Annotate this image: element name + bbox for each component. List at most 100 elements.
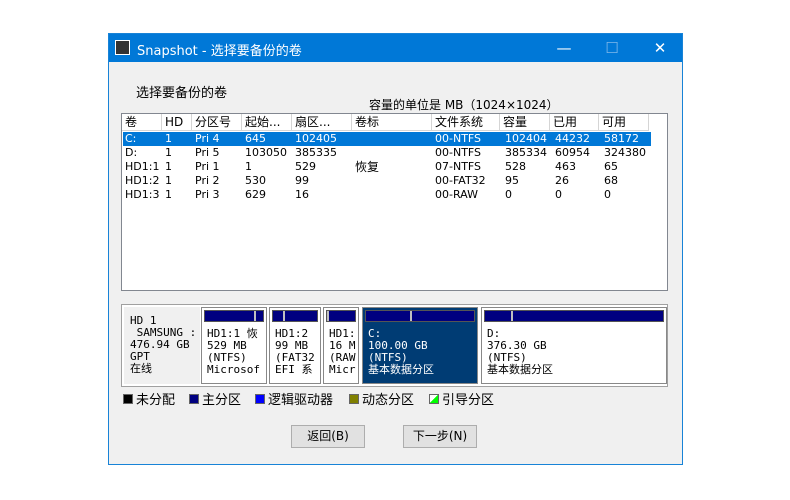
table-cell: Pri 5 bbox=[195, 146, 220, 159]
legend-item: 逻辑驱动器 bbox=[255, 389, 333, 408]
table-row[interactable]: HD1:3 1 Pri 3 629 16 00-RAW 0 0 0 bbox=[123, 188, 651, 202]
table-cell: 1 bbox=[165, 188, 172, 201]
usage-marker bbox=[273, 311, 285, 321]
usage-marker bbox=[205, 311, 257, 321]
partition-block[interactable]: C: 100.00 GB (NTFS) 基本数据分区 bbox=[362, 307, 478, 384]
back-button[interactable]: 返回(B) bbox=[291, 425, 365, 448]
table-cell: Pri 2 bbox=[195, 174, 220, 187]
table-cell: 0 bbox=[505, 188, 512, 201]
legend-label: 未分配 bbox=[136, 393, 176, 408]
partition-label: HD1:2 99 MB (FAT32 EFI 系 bbox=[275, 327, 315, 376]
title-bar: Snapshot - 选择要备份的卷 — ☐ ✕ bbox=[109, 34, 682, 62]
legend-item: 动态分区 bbox=[349, 389, 414, 408]
legend-label: 主分区 bbox=[202, 393, 242, 408]
next-button[interactable]: 下一步(N) bbox=[403, 425, 477, 448]
legend-swatch bbox=[189, 393, 199, 404]
partition-label: C: 100.00 GB (NTFS) 基本数据分区 bbox=[368, 327, 434, 376]
table-cell: 00-RAW bbox=[435, 188, 478, 201]
table-cell: 1 bbox=[245, 160, 252, 173]
column-header[interactable]: 容量 bbox=[500, 114, 550, 131]
table-cell: D: bbox=[125, 146, 138, 159]
table-cell: 463 bbox=[555, 160, 576, 173]
table-cell: Pri 4 bbox=[195, 132, 220, 145]
partition-block[interactable]: HD1: 16 M (RAW Micr bbox=[323, 307, 359, 384]
window-title: Snapshot - 选择要备份的卷 bbox=[137, 44, 302, 59]
disk-map: HD 1 SAMSUNG : 476.94 GB GPT 在线 HD1:1 恢 … bbox=[121, 304, 668, 387]
column-header[interactable]: 文件系统 bbox=[432, 114, 500, 131]
partition-label: HD1: 16 M (RAW Micr bbox=[329, 327, 356, 376]
table-cell: 324380 bbox=[604, 146, 646, 159]
usage-bar bbox=[204, 310, 264, 322]
table-cell: 385334 bbox=[505, 146, 547, 159]
legend-swatch bbox=[255, 393, 265, 404]
column-header[interactable]: 可用 bbox=[599, 114, 649, 131]
table-cell: 00-FAT32 bbox=[435, 174, 486, 187]
table-cell: 16 bbox=[295, 188, 309, 201]
table-cell: 58172 bbox=[604, 132, 639, 145]
minimize-button[interactable]: — bbox=[549, 38, 579, 58]
column-header[interactable]: 已用 bbox=[550, 114, 599, 131]
snapshot-window: Snapshot - 选择要备份的卷 — ☐ ✕ 选择要备份的卷 容量的单位是 … bbox=[108, 33, 683, 465]
legend-label: 动态分区 bbox=[362, 393, 415, 408]
legend-item: 主分区 bbox=[189, 389, 241, 408]
table-row[interactable]: HD1:2 1 Pri 2 530 99 00-FAT32 95 26 68 bbox=[123, 174, 651, 188]
column-header[interactable]: HD bbox=[162, 114, 192, 131]
legend-swatch bbox=[429, 393, 439, 404]
table-cell: 95 bbox=[505, 174, 519, 187]
app-icon bbox=[115, 40, 130, 55]
table-cell: 102404 bbox=[505, 132, 547, 145]
table-cell: 0 bbox=[555, 188, 562, 201]
column-header[interactable]: 分区号 bbox=[192, 114, 242, 131]
disk-info: HD 1 SAMSUNG : 476.94 GB GPT 在线 bbox=[124, 307, 200, 384]
heading: 选择要备份的卷 bbox=[136, 86, 228, 101]
partition-label: D: 376.30 GB (NTFS) 基本数据分区 bbox=[487, 327, 553, 376]
usage-marker bbox=[366, 311, 413, 321]
partition-block[interactable]: HD1:2 99 MB (FAT32 EFI 系 bbox=[269, 307, 321, 384]
legend-item: 未分配 bbox=[123, 389, 175, 408]
table-cell: HD1:3 bbox=[125, 188, 160, 201]
table-row[interactable]: C: 1 Pri 4 645 102405 00-NTFS 102404 44232 58172 bbox=[123, 132, 651, 146]
table-cell: 629 bbox=[245, 188, 266, 201]
table-cell: 1 bbox=[165, 174, 172, 187]
table-cell: C: bbox=[125, 132, 137, 145]
column-header[interactable]: 扇区... bbox=[292, 114, 352, 131]
usage-bar bbox=[484, 310, 664, 322]
usage-marker bbox=[327, 311, 329, 321]
list-header: 卷 HD 分区号 起始... 扇区... 卷标 文件系统 容量 已用 可用 bbox=[122, 114, 667, 131]
table-cell: HD1:1 bbox=[125, 160, 160, 173]
column-header[interactable]: 卷标 bbox=[352, 114, 432, 131]
table-cell: 恢复 bbox=[355, 160, 380, 174]
legend-label: 逻辑驱动器 bbox=[268, 393, 334, 408]
table-cell: Pri 1 bbox=[195, 160, 220, 173]
table-cell: 00-NTFS bbox=[435, 132, 482, 145]
column-header[interactable]: 卷 bbox=[122, 114, 162, 131]
partition-label: HD1:1 恢 529 MB (NTFS) Microsof bbox=[207, 327, 260, 376]
table-cell: 60954 bbox=[555, 146, 590, 159]
maximize-button[interactable]: ☐ bbox=[597, 38, 627, 58]
table-cell: 0 bbox=[604, 188, 611, 201]
column-header[interactable]: 起始... bbox=[242, 114, 292, 131]
table-cell: 530 bbox=[245, 174, 266, 187]
partition-block[interactable]: D: 376.30 GB (NTFS) 基本数据分区 bbox=[481, 307, 667, 384]
table-cell: 385335 bbox=[295, 146, 337, 159]
usage-marker bbox=[485, 311, 514, 321]
table-cell: 1 bbox=[165, 160, 172, 173]
table-row[interactable]: HD1:1 1 Pri 1 1 529 恢复 07-NTFS 528 463 65 bbox=[123, 160, 651, 174]
volume-list[interactable]: 卷 HD 分区号 起始... 扇区... 卷标 文件系统 容量 已用 可用 C: 1 Pri 4 645… bbox=[121, 113, 668, 291]
table-cell: 65 bbox=[604, 160, 618, 173]
legend-swatch bbox=[349, 393, 359, 404]
table-cell: 1 bbox=[165, 146, 172, 159]
table-cell: 103050 bbox=[245, 146, 287, 159]
table-cell: 68 bbox=[604, 174, 618, 187]
table-cell: 99 bbox=[295, 174, 309, 187]
table-row[interactable]: D: 1 Pri 5 103050 385335 00-NTFS 385334 60954 32… bbox=[123, 146, 651, 160]
legend-label: 引导分区 bbox=[442, 393, 495, 408]
table-cell: 00-NTFS bbox=[435, 146, 482, 159]
table-cell: 102405 bbox=[295, 132, 337, 145]
table-cell: 645 bbox=[245, 132, 266, 145]
partition-block[interactable]: HD1:1 恢 529 MB (NTFS) Microsof bbox=[201, 307, 267, 384]
close-button[interactable]: ✕ bbox=[645, 38, 675, 58]
usage-bar bbox=[365, 310, 475, 322]
legend-item: 引导分区 bbox=[429, 389, 494, 408]
table-cell: Pri 3 bbox=[195, 188, 220, 201]
